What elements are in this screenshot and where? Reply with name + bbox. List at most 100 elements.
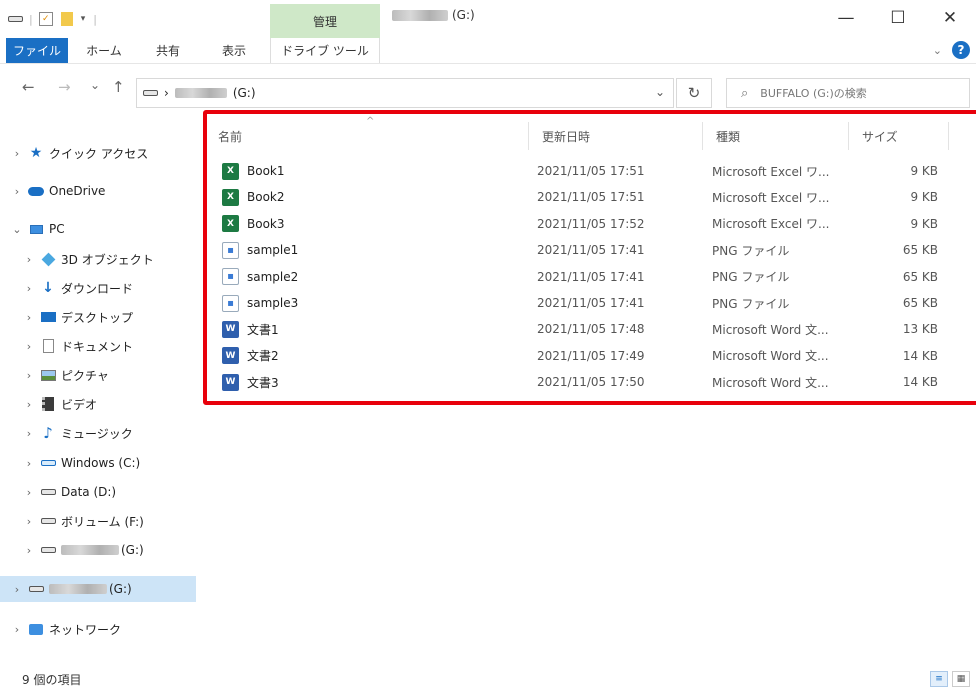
search-box[interactable]: ⌕ BUFFALO (G:)の検索 [726, 78, 970, 108]
table-row[interactable]: X Book1 2021/11/05 17:51 Microsoft Excel ワ.… [204, 158, 976, 184]
table-row[interactable]: W 文書2 2021/11/05 17:49 Microsoft Word 文... 1… [204, 343, 976, 369]
sidebar-item-windows-c[interactable]: › Windows (C:) [0, 450, 196, 476]
sidebar-item-3d-objects[interactable]: › 3D オブジェクト [0, 246, 196, 272]
expand-chevron-icon[interactable]: › [22, 253, 36, 266]
minimize-button[interactable]: — [826, 4, 866, 32]
expand-chevron-icon[interactable]: › [22, 311, 36, 324]
tab-share[interactable]: 共有 [140, 38, 196, 63]
file-name-cell[interactable]: W 文書3 [222, 373, 279, 391]
details-view-button[interactable]: ≡ [930, 671, 948, 687]
column-header-size[interactable]: サイズ [848, 122, 948, 150]
expand-chevron-icon[interactable]: › [22, 544, 36, 557]
properties-icon[interactable]: ✓ [38, 12, 53, 26]
sidebar-item-volume-f[interactable]: › ボリューム (F:) [0, 508, 196, 534]
expand-chevron-icon[interactable]: › [22, 427, 36, 440]
file-name-cell[interactable]: X Book3 [222, 215, 285, 233]
excel-file-icon: X [222, 188, 239, 206]
chevron-down-icon[interactable]: ⌄ [933, 44, 942, 57]
collapse-chevron-icon[interactable]: ⌄ [10, 223, 24, 236]
file-name-cell[interactable]: X Book1 [222, 162, 285, 180]
file-name: 文書1 [247, 322, 279, 337]
file-name: sample2 [247, 269, 299, 284]
expand-chevron-icon[interactable]: › [22, 340, 36, 353]
sidebar-item-pictures[interactable]: › ピクチャ [0, 362, 196, 388]
expand-chevron-icon[interactable]: › [10, 147, 24, 160]
file-name-cell[interactable]: ▪ sample1 [222, 241, 298, 259]
word-file-icon: W [222, 347, 239, 365]
sidebar-item-label: デスクトップ [61, 310, 134, 325]
sidebar-item-desktop[interactable]: › デスクトップ [0, 304, 196, 330]
recent-locations-button[interactable]: ⌄ [90, 78, 100, 92]
expand-chevron-icon[interactable]: › [10, 583, 24, 596]
expand-chevron-icon[interactable]: › [10, 185, 24, 198]
large-icons-view-button[interactable]: ▦ [952, 671, 970, 687]
file-name-cell[interactable]: X Book2 [222, 188, 285, 206]
file-name-cell[interactable]: W 文書1 [222, 320, 279, 338]
column-header-date[interactable]: 更新日時 [528, 122, 702, 150]
sidebar-item-quick-access[interactable]: › ★ クイック アクセス [0, 140, 196, 166]
expand-chevron-icon[interactable]: › [22, 282, 36, 295]
maximize-button[interactable]: ☐ [878, 4, 918, 32]
file-name-cell[interactable]: W 文書2 [222, 347, 279, 365]
table-row[interactable]: ▪ sample2 2021/11/05 17:41 PNG ファイル 65 KB [204, 264, 976, 290]
address-dropdown-icon[interactable]: ⌄ [655, 85, 665, 99]
file-list: ^ 名前 更新日時 種類 サイズ X Book1 2021/11/05 17:51 M… [204, 116, 976, 406]
sidebar-item-data-d[interactable]: › Data (D:) [0, 479, 196, 505]
address-bar[interactable]: › (G:) ⌄ [136, 78, 674, 108]
table-row[interactable]: X Book2 2021/11/05 17:51 Microsoft Excel ワ.… [204, 184, 976, 210]
expand-chevron-icon[interactable]: › [10, 623, 24, 636]
table-row[interactable]: X Book3 2021/11/05 17:52 Microsoft Excel ワ.… [204, 211, 976, 237]
sidebar-item-documents[interactable]: › ドキュメント [0, 333, 196, 359]
expand-chevron-icon[interactable]: › [22, 515, 36, 528]
back-button[interactable]: ← [22, 78, 35, 96]
file-name: Book3 [247, 216, 285, 231]
sidebar-item-label: PC [49, 222, 65, 236]
expand-chevron-icon[interactable]: › [22, 398, 36, 411]
manage-context-tab[interactable]: 管理 [270, 4, 380, 38]
sidebar-item-onedrive[interactable]: › OneDrive [0, 178, 196, 204]
file-name-cell[interactable]: ▪ sample2 [222, 268, 299, 286]
column-header-name[interactable]: 名前 [204, 122, 528, 150]
up-button[interactable]: ↑ [112, 78, 125, 96]
sidebar-item-downloads[interactable]: › ↓ ダウンロード [0, 275, 196, 301]
column-divider[interactable] [948, 122, 949, 150]
star-icon: ★ [29, 145, 43, 161]
tab-view[interactable]: 表示 [206, 38, 262, 63]
video-icon [40, 396, 56, 412]
new-folder-icon[interactable] [60, 12, 73, 26]
sidebar-item-network[interactable]: › ネットワーク [0, 616, 196, 642]
sidebar-item-drive-g[interactable]: › (G:) [0, 576, 196, 602]
tab-drive-tools[interactable]: ドライブ ツール [270, 38, 380, 63]
file-name: Book2 [247, 190, 285, 205]
excel-file-icon: X [222, 162, 239, 180]
table-row[interactable]: ▪ sample3 2021/11/05 17:41 PNG ファイル 65 KB [204, 290, 976, 316]
tab-home[interactable]: ホーム [78, 38, 130, 63]
table-row[interactable]: W 文書1 2021/11/05 17:48 Microsoft Word 文... 1… [204, 316, 976, 342]
sidebar-item-music[interactable]: › ♪ ミュージック [0, 420, 196, 446]
customize-toolbar-icon[interactable]: ▾ [81, 14, 86, 24]
help-button[interactable]: ? [952, 41, 970, 59]
table-row[interactable]: ▪ sample1 2021/11/05 17:41 PNG ファイル 65 KB [204, 237, 976, 263]
refresh-button[interactable]: ↻ [676, 78, 712, 108]
forward-button[interactable]: → [58, 78, 71, 96]
search-placeholder: BUFFALO (G:)の検索 [760, 87, 867, 100]
music-icon: ♪ [43, 424, 53, 442]
sidebar-item-label: 3D オブジェクト [61, 252, 154, 267]
expand-chevron-icon[interactable]: › [22, 486, 36, 499]
sidebar-item-videos[interactable]: › ビデオ [0, 391, 196, 417]
table-row[interactable]: W 文書3 2021/11/05 17:50 Microsoft Word 文... 1… [204, 369, 976, 395]
file-name-cell[interactable]: ▪ sample3 [222, 294, 298, 312]
quick-access-toolbar: | ✓ ▾ | [8, 9, 97, 29]
expand-chevron-icon[interactable]: › [22, 369, 36, 382]
close-button[interactable]: ✕ [930, 4, 970, 32]
column-header-type[interactable]: 種類 [702, 122, 848, 150]
sidebar-item-drive-g-sub[interactable]: › (G:) [0, 537, 196, 563]
file-size: 65 KB [902, 296, 938, 310]
tab-file[interactable]: ファイル [6, 38, 68, 63]
windows-drive-icon [40, 455, 56, 471]
file-date: 2021/11/05 17:51 [537, 164, 645, 178]
item-count: 9 個の項目 [22, 672, 82, 687]
sidebar-item-pc[interactable]: ⌄ PC [0, 216, 196, 242]
expand-chevron-icon[interactable]: › [22, 457, 36, 470]
drive-icon [40, 542, 56, 558]
